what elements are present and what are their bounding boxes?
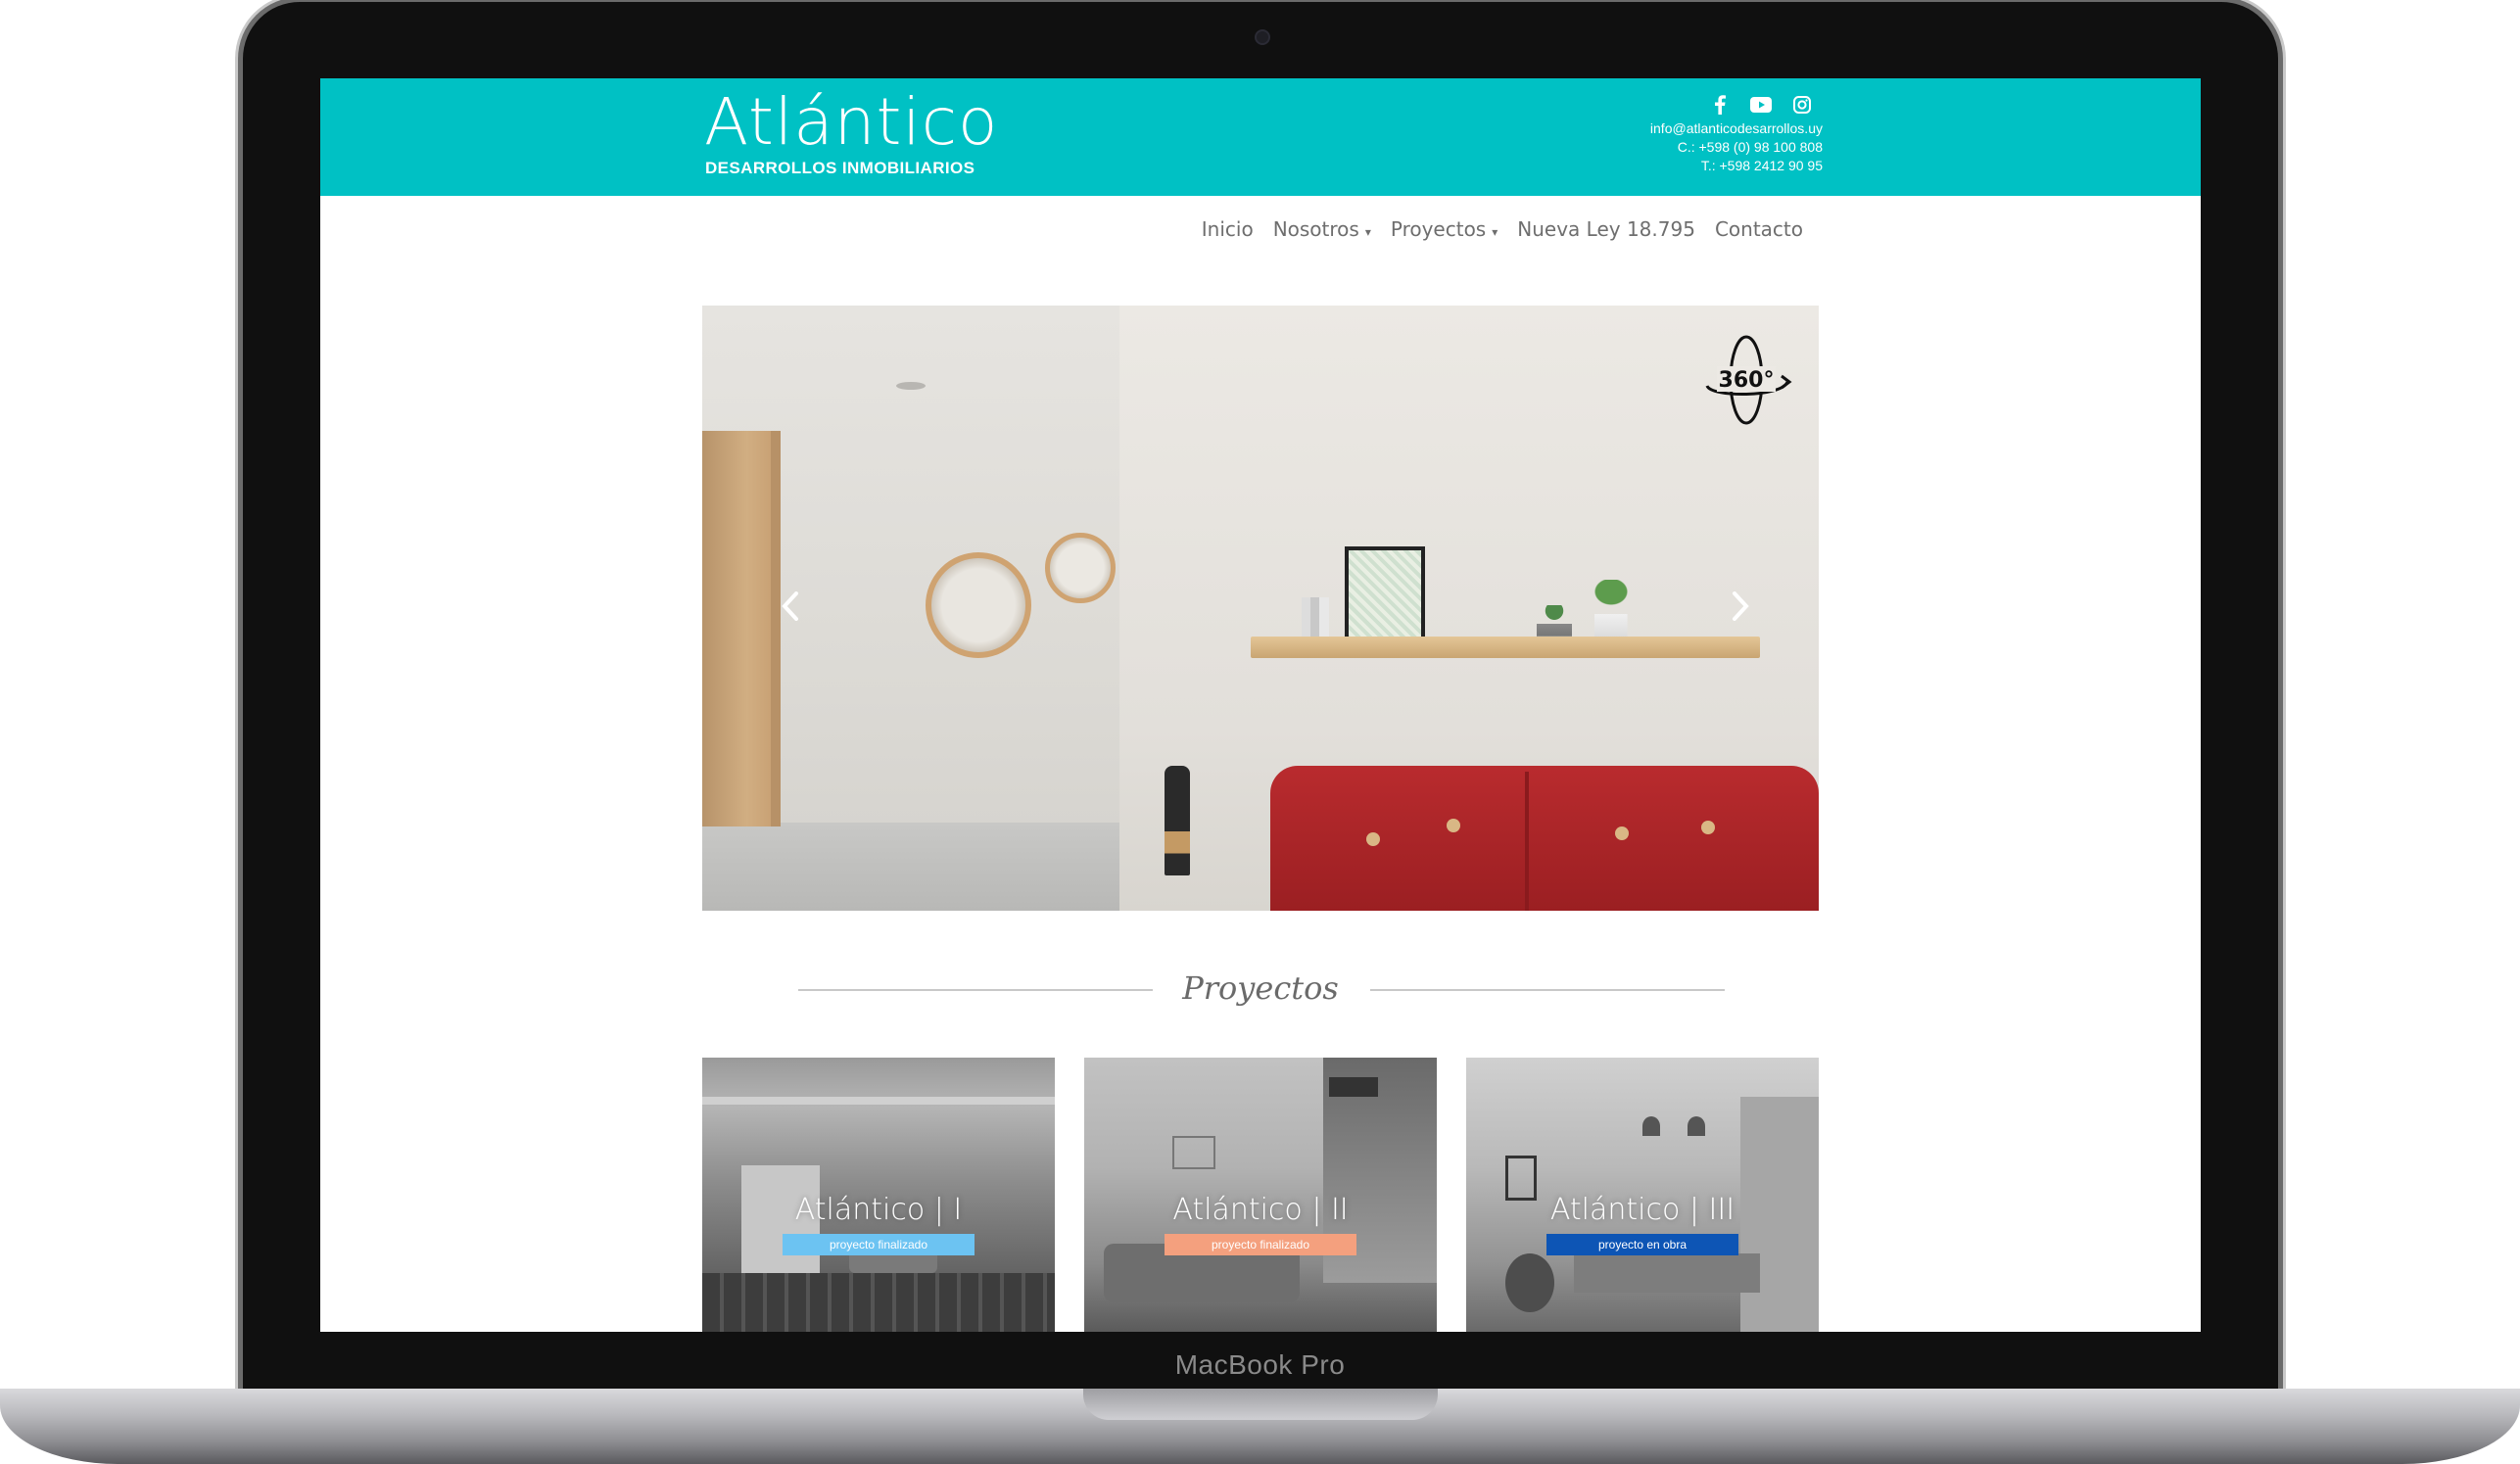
slide-shelf bbox=[1251, 637, 1760, 658]
slide-ceiling-light bbox=[896, 382, 926, 390]
social-links bbox=[1709, 94, 1813, 116]
contact-email[interactable]: info@atlanticodesarrollos.uy bbox=[1650, 119, 1823, 138]
slide-floor bbox=[702, 823, 1119, 911]
project-card-2[interactable]: Atlántico | II proyecto finalizado bbox=[1084, 1058, 1437, 1332]
contact-phone: T.: +598 2412 90 95 bbox=[1700, 158, 1823, 173]
slide-lamp bbox=[1165, 766, 1190, 875]
caret-down-icon: ▾ bbox=[1492, 225, 1498, 239]
nav-item-proyectos[interactable]: Proyectos ▾ bbox=[1391, 217, 1498, 241]
sofa-button bbox=[1615, 826, 1629, 840]
nav-item-nueva-ley[interactable]: Nueva Ley 18.795 bbox=[1517, 217, 1695, 241]
projects-heading: Proyectos bbox=[1182, 969, 1339, 1007]
main-nav: Inicio Nosotros ▾ Proyectos ▾ Nueva Ley 18… bbox=[1202, 217, 1803, 241]
heading-rule-right bbox=[1370, 989, 1725, 991]
nav-label: Nosotros bbox=[1272, 217, 1359, 241]
nav-label: Inicio bbox=[1201, 217, 1254, 241]
status-badge: proyecto finalizado bbox=[783, 1234, 975, 1255]
slider-prev-button[interactable] bbox=[771, 586, 810, 631]
slide-mirror-small bbox=[1045, 533, 1116, 603]
project-card-1[interactable]: Atlántico | I proyecto finalizado bbox=[702, 1058, 1055, 1332]
slide-sofa-seam bbox=[1525, 772, 1529, 911]
contact-cell: C.: +598 (0) 98 100 808 bbox=[1677, 139, 1823, 155]
slide-plant-small bbox=[1537, 605, 1572, 637]
slider-next-button[interactable] bbox=[1721, 586, 1760, 631]
project-title: Atlántico | I bbox=[794, 1193, 963, 1227]
status-badge: proyecto finalizado bbox=[1165, 1234, 1356, 1255]
slide-sofa bbox=[1270, 766, 1819, 911]
logo-title[interactable]: Atlántico bbox=[704, 90, 998, 155]
view-360-icon[interactable]: 360° bbox=[1699, 333, 1793, 427]
nav-label: Nueva Ley 18.795 bbox=[1517, 217, 1695, 241]
nav-item-contacto[interactable]: Contacto bbox=[1715, 217, 1803, 241]
nav-item-inicio[interactable]: Inicio bbox=[1202, 217, 1254, 241]
sofa-button bbox=[1366, 832, 1380, 846]
youtube-icon[interactable] bbox=[1750, 94, 1772, 116]
nav-label: Contacto bbox=[1714, 217, 1803, 241]
device-label: MacBook Pro bbox=[1174, 1349, 1346, 1380]
caret-down-icon: ▾ bbox=[1364, 225, 1371, 239]
facebook-icon[interactable] bbox=[1709, 94, 1731, 116]
hero-slider[interactable]: 360° bbox=[702, 306, 1819, 911]
badge-360-text: 360° bbox=[1719, 368, 1775, 393]
laptop-notch bbox=[1083, 1389, 1438, 1420]
slide-plant-pot bbox=[1584, 580, 1639, 637]
camera-icon bbox=[1255, 29, 1270, 45]
screen: Atlántico DESARROLLOS INMOBILIARIOS info… bbox=[320, 78, 2201, 1332]
nav-label: Proyectos bbox=[1390, 217, 1487, 241]
project-title: Atlántico | III bbox=[1549, 1193, 1735, 1227]
sofa-button bbox=[1701, 821, 1715, 834]
contact-info: info@atlanticodesarrollos.uy C.: +598 (0… bbox=[1650, 119, 1823, 175]
status-badge: proyecto en obra bbox=[1546, 1234, 1738, 1255]
slide-books bbox=[1302, 597, 1329, 637]
instagram-icon[interactable] bbox=[1791, 94, 1813, 116]
nav-item-nosotros[interactable]: Nosotros ▾ bbox=[1273, 217, 1371, 241]
slide-door bbox=[702, 431, 777, 826]
site-header: Atlántico DESARROLLOS INMOBILIARIOS info… bbox=[320, 78, 2201, 196]
project-title: Atlántico | II bbox=[1172, 1193, 1349, 1227]
slide-picture-frame bbox=[1345, 546, 1425, 644]
logo-subtitle: DESARROLLOS INMOBILIARIOS bbox=[705, 159, 975, 177]
slide-mirror-large bbox=[926, 552, 1031, 658]
project-card-3[interactable]: Atlántico | III proyecto en obra bbox=[1466, 1058, 1819, 1332]
sofa-button bbox=[1447, 819, 1460, 832]
